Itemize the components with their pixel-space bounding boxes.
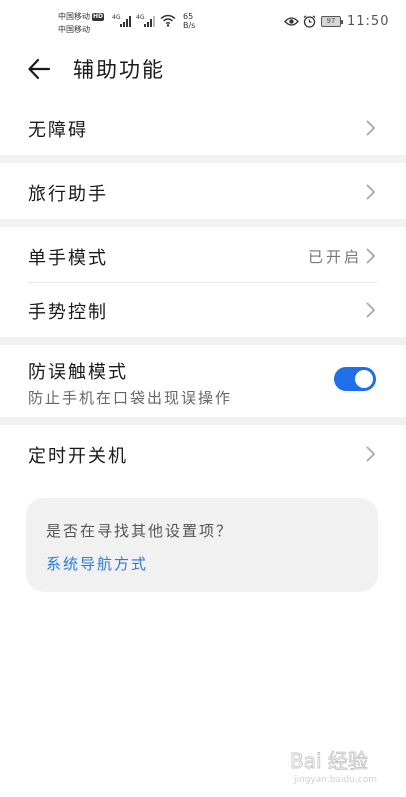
anti-mistouch-toggle[interactable] [334, 367, 376, 391]
menu-item-travel-assistant[interactable]: 旅行助手 [0, 167, 406, 217]
carrier-1: 中国移动 HD [58, 11, 105, 22]
menu-item-label: 无障碍 [28, 120, 88, 141]
battery-icon: 97 [321, 16, 343, 27]
signal-icon-2 [144, 16, 155, 27]
hd-badge: HD [92, 13, 105, 21]
network-speed: 65 B/s [183, 12, 195, 30]
section-divider [0, 417, 406, 425]
menu-item-one-hand-mode[interactable]: 单手模式 已开启 [0, 231, 406, 281]
signal-icon [120, 16, 131, 27]
carrier-1-label: 中国移动 [58, 12, 90, 21]
baidu-jingyan-watermark: Bai 经验 jingyan.baidu.com [290, 749, 378, 785]
wifi-icon [160, 14, 176, 27]
speed-unit: B/s [183, 21, 196, 30]
menu-item-scheduled-power[interactable]: 定时开关机 [0, 429, 406, 479]
carrier-2-label: 中国移动 [58, 25, 90, 34]
chevron-right-icon [366, 120, 376, 136]
system-navigation-link[interactable]: 系统导航方式 [46, 553, 148, 574]
watermark-url: jingyan.baidu.com [293, 775, 377, 785]
status-time: 11:50 [347, 14, 390, 29]
chevron-right-icon [366, 446, 376, 462]
menu-item-subtitle: 防止手机在口袋出现误操作 [28, 389, 233, 407]
watermark-brand: Bai 经验 [290, 749, 368, 773]
chevron-right-icon [366, 302, 376, 318]
speed-value: 65 [183, 12, 194, 21]
eye-icon [284, 17, 299, 26]
alarm-icon [303, 15, 316, 28]
chevron-right-icon [366, 248, 376, 264]
menu-item-gesture-control[interactable]: 手势控制 [0, 285, 406, 335]
chevron-right-icon [366, 184, 376, 200]
status-bar: 中国移动 HD 中国移动 4G 4G 65 B/s 97 11:50 [0, 0, 406, 44]
suggestion-question: 是否在寻找其他设置项？ [46, 522, 234, 540]
section-divider [0, 155, 406, 163]
menu-item-label: 单手模式 [28, 248, 108, 269]
menu-item-label: 手势控制 [28, 302, 108, 323]
section-divider [0, 337, 406, 345]
page-title: 辅助功能 [73, 58, 165, 82]
status-value: 已开启 [307, 248, 362, 266]
menu-item-label: 旅行助手 [28, 184, 108, 205]
menu-item-label: 防误触模式 [28, 362, 128, 383]
row-divider [28, 282, 378, 283]
toggle-knob [355, 370, 373, 388]
menu-item-accessibility[interactable]: 无障碍 [0, 103, 406, 153]
menu-item-label: 定时开关机 [28, 446, 128, 467]
section-divider [0, 219, 406, 227]
settings-suggestion-card: 是否在寻找其他设置项？ 系统导航方式 [26, 498, 378, 592]
arrow-left-icon[interactable] [26, 56, 52, 82]
